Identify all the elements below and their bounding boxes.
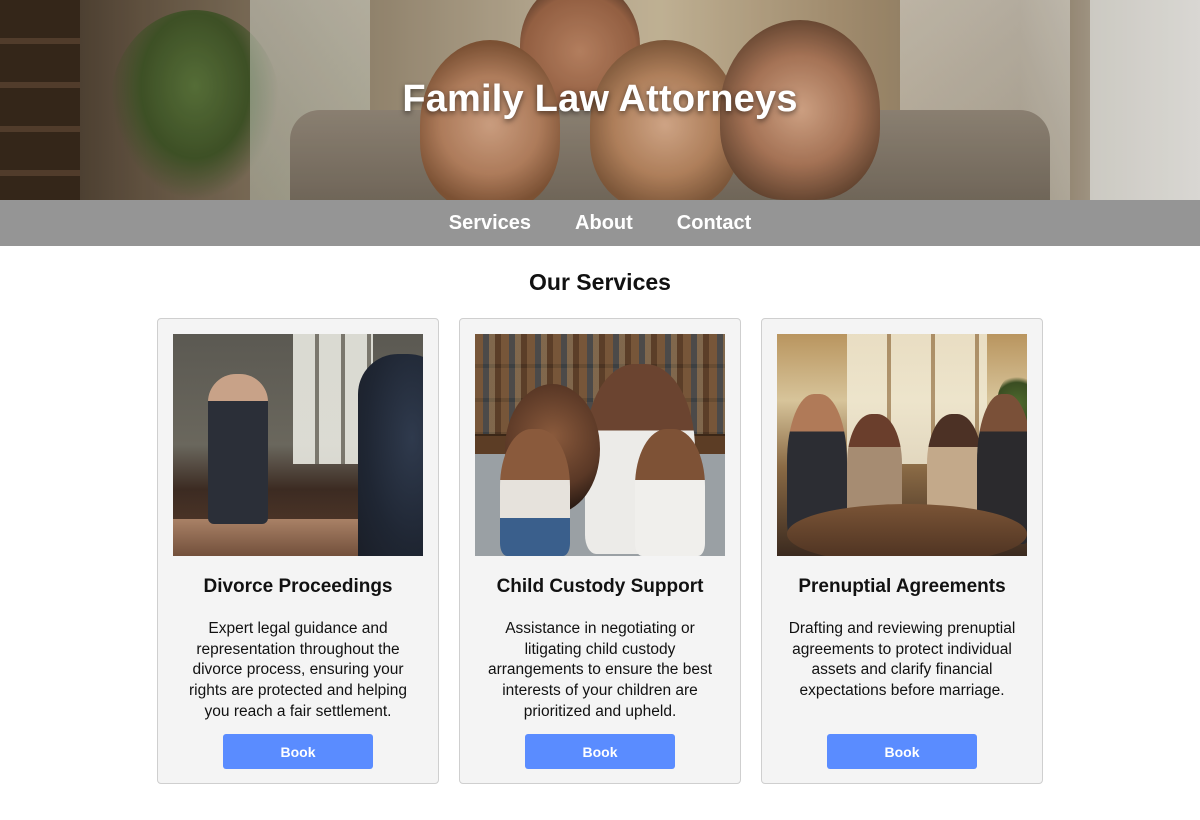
services-section: Our Services Divorce Proceedings Expert … xyxy=(0,269,1200,784)
nav-link-services[interactable]: Services xyxy=(449,212,531,235)
service-card-title: Divorce Proceedings xyxy=(203,576,393,597)
service-card-prenuptial: Prenuptial Agreements Drafting and revie… xyxy=(761,318,1043,784)
service-card-child-custody: Child Custody Support Assistance in nego… xyxy=(459,318,741,784)
lawyer-office-photo xyxy=(173,334,423,556)
nav-link-contact[interactable]: Contact xyxy=(677,212,751,235)
service-card-title: Prenuptial Agreements xyxy=(798,576,1006,597)
meeting-table-photo xyxy=(777,334,1027,556)
hero-banner: Family Law Attorneys xyxy=(0,0,1200,200)
service-card-divorce: Divorce Proceedings Expert legal guidanc… xyxy=(157,318,439,784)
service-cards: Divorce Proceedings Expert legal guidanc… xyxy=(0,318,1200,784)
service-card-title: Child Custody Support xyxy=(496,576,704,597)
book-button[interactable]: Book xyxy=(827,734,977,769)
page-title: Family Law Attorneys xyxy=(402,78,798,120)
service-card-description: Assistance in negotiating or litigating … xyxy=(487,620,713,720)
book-button[interactable]: Book xyxy=(223,734,373,769)
service-card-description: Expert legal guidance and representation… xyxy=(188,620,407,720)
service-card-description: Drafting and reviewing prenuptial agreem… xyxy=(788,620,1016,700)
nav-link-about[interactable]: About xyxy=(575,212,633,235)
section-title: Our Services xyxy=(529,269,671,295)
family-couch-photo xyxy=(475,334,725,556)
main-nav: Services About Contact xyxy=(0,200,1200,246)
book-button[interactable]: Book xyxy=(525,734,675,769)
